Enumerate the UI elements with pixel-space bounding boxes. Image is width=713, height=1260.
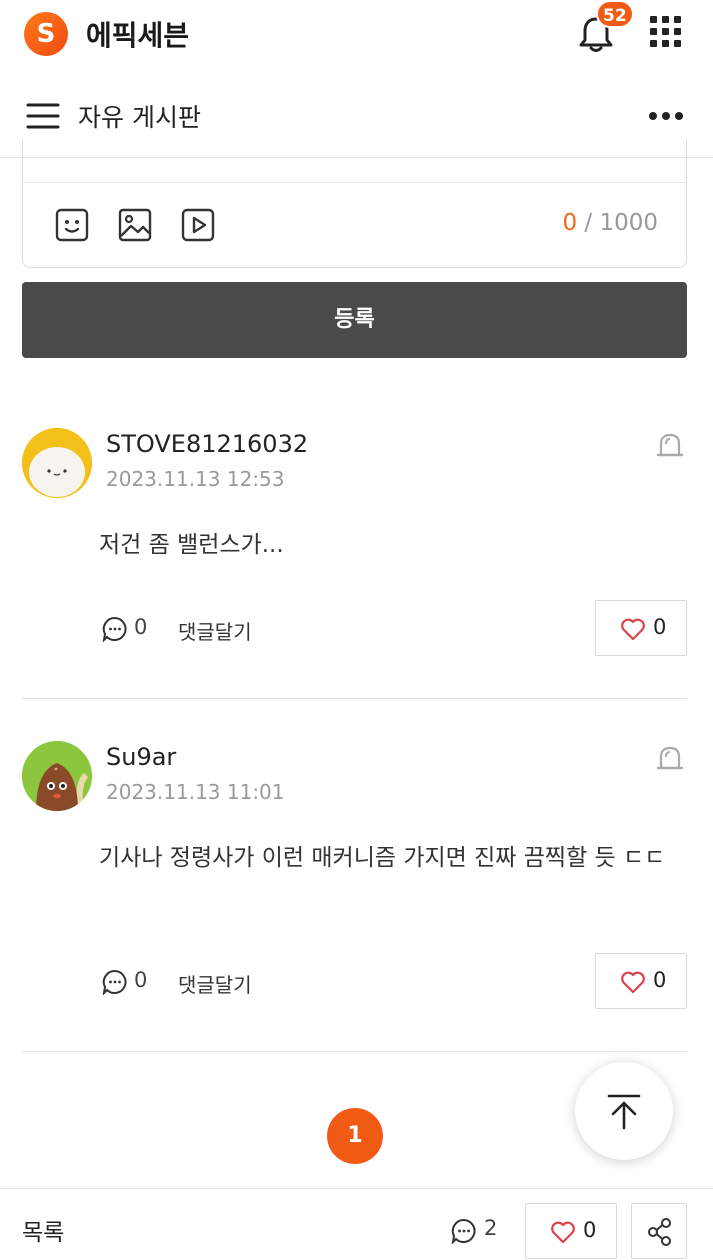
report-siren-icon[interactable] — [655, 743, 685, 773]
character-counter: 0 / 1000 — [562, 210, 658, 236]
comment-divider — [22, 698, 687, 699]
composer-divider — [22, 182, 687, 183]
comment-bubble-icon[interactable] — [451, 1218, 477, 1244]
post-like-count: 0 — [583, 1218, 597, 1242]
board-title: 자유 게시판 — [78, 103, 201, 132]
arrow-up-icon — [607, 1094, 641, 1130]
character-limit: / 1000 — [584, 210, 658, 236]
avatar-image — [22, 741, 92, 811]
pagination-page[interactable]: 1 — [327, 1108, 383, 1164]
notification-badge: 52 — [596, 0, 634, 28]
video-icon[interactable] — [181, 208, 215, 242]
comment-bubble-icon[interactable] — [102, 969, 128, 995]
comment-author[interactable]: Su9ar — [106, 743, 176, 771]
list-button[interactable]: 목록 — [22, 1213, 64, 1247]
heart-icon — [621, 618, 645, 641]
top-bar: S 에픽세븐 52 — [0, 0, 713, 70]
comment-author[interactable]: STOVE81216032 — [106, 430, 308, 458]
report-siren-icon[interactable] — [655, 430, 685, 460]
reply-count: 0 — [134, 968, 148, 992]
heart-icon — [621, 971, 645, 994]
avatar[interactable] — [22, 741, 92, 811]
comment-composer[interactable] — [22, 140, 687, 268]
share-icon — [648, 1218, 671, 1246]
submit-button[interactable]: 등록 — [22, 282, 687, 358]
comment-text: 기사나 정령사가 이런 매커니즘 가지면 진짜 끔찍할 듯 ㄷㄷ — [99, 845, 666, 871]
share-button[interactable] — [631, 1203, 687, 1259]
hamburger-menu-icon[interactable] — [26, 102, 60, 130]
reply-button[interactable]: 댓글달기 — [178, 969, 252, 998]
scroll-to-top-button[interactable] — [575, 1062, 673, 1160]
like-button[interactable]: 0 — [595, 953, 687, 1009]
reply-button[interactable]: 댓글달기 — [178, 616, 252, 645]
heart-icon — [551, 1221, 575, 1244]
emoji-icon[interactable] — [55, 208, 89, 242]
total-comment-count: 2 — [484, 1216, 498, 1240]
like-count: 0 — [653, 615, 667, 639]
image-icon[interactable] — [118, 208, 152, 242]
app-name[interactable]: 에픽세븐 — [86, 14, 189, 54]
reply-count: 0 — [134, 615, 148, 639]
comment-date: 2023.11.13 12:53 — [106, 467, 285, 491]
more-options-icon[interactable] — [648, 108, 684, 124]
like-button[interactable]: 0 — [595, 600, 687, 656]
like-count: 0 — [653, 968, 667, 992]
apps-grid-icon[interactable] — [650, 16, 682, 48]
comment-divider — [22, 1051, 687, 1052]
comment-bubble-icon[interactable] — [102, 616, 128, 642]
comment-text: 저건 좀 밸런스가... — [99, 532, 284, 558]
avatar[interactable] — [22, 428, 92, 498]
post-like-button[interactable]: 0 — [525, 1203, 617, 1259]
app-logo[interactable]: S — [24, 12, 68, 56]
character-count: 0 — [562, 210, 578, 236]
comment-date: 2023.11.13 11:01 — [106, 780, 285, 804]
avatar-image — [22, 428, 92, 498]
